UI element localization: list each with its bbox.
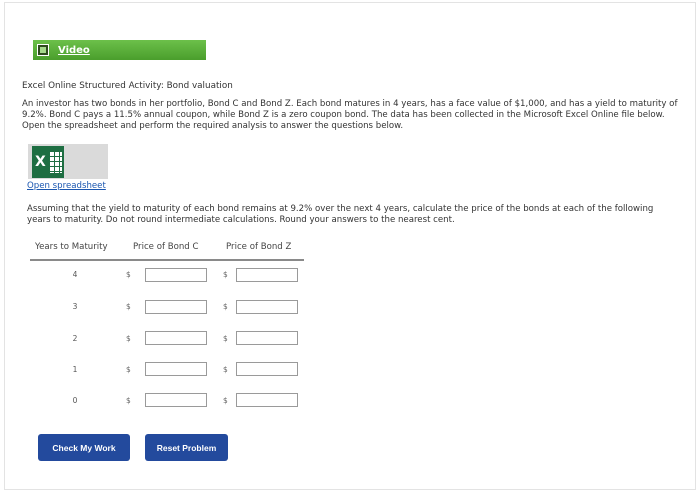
- film-icon: [37, 44, 49, 56]
- header-years: Years to Maturity: [35, 242, 108, 252]
- excel-tile: X: [32, 145, 64, 178]
- question-text: Assuming that the yield to maturity of e…: [27, 204, 654, 225]
- check-my-work-button[interactable]: Check My Work: [38, 434, 130, 461]
- video-bar[interactable]: Video: [33, 40, 206, 60]
- row-years: 2: [72, 334, 78, 343]
- bond-z-price-input[interactable]: [236, 300, 298, 314]
- header-bond-z: Price of Bond Z: [226, 242, 292, 252]
- bond-z-price-input[interactable]: [236, 268, 298, 282]
- dollar-sign: $: [223, 365, 228, 374]
- intro-text: An investor has two bonds in her portfol…: [22, 99, 678, 131]
- dollar-sign: $: [126, 302, 131, 311]
- bond-c-price-input[interactable]: [145, 393, 207, 407]
- row-years: 3: [72, 302, 78, 311]
- dollar-sign: $: [223, 334, 228, 343]
- dollar-sign: $: [223, 270, 228, 279]
- bond-c-price-input[interactable]: [145, 331, 207, 345]
- open-spreadsheet-link[interactable]: Open spreadsheet: [27, 181, 106, 191]
- bond-c-price-input[interactable]: [145, 268, 207, 282]
- row-years: 1: [72, 365, 78, 374]
- dollar-sign: $: [126, 334, 131, 343]
- dollar-sign: $: [223, 302, 228, 311]
- activity-title: Excel Online Structured Activity: Bond v…: [22, 81, 233, 91]
- dollar-sign: $: [223, 396, 228, 405]
- dollar-sign: $: [126, 365, 131, 374]
- dollar-sign: $: [126, 270, 131, 279]
- excel-icon[interactable]: X: [28, 144, 108, 179]
- header-bond-c: Price of Bond C: [133, 242, 199, 252]
- bond-z-price-input[interactable]: [236, 393, 298, 407]
- bond-c-price-input[interactable]: [145, 362, 207, 376]
- row-years: 4: [72, 270, 78, 279]
- reset-problem-button[interactable]: Reset Problem: [145, 434, 228, 461]
- bond-c-price-input[interactable]: [145, 300, 207, 314]
- dollar-sign: $: [126, 396, 131, 405]
- header-divider: [30, 259, 304, 261]
- video-link[interactable]: Video: [58, 45, 90, 56]
- bond-z-price-input[interactable]: [236, 362, 298, 376]
- bond-z-price-input[interactable]: [236, 331, 298, 345]
- row-years: 0: [72, 396, 78, 405]
